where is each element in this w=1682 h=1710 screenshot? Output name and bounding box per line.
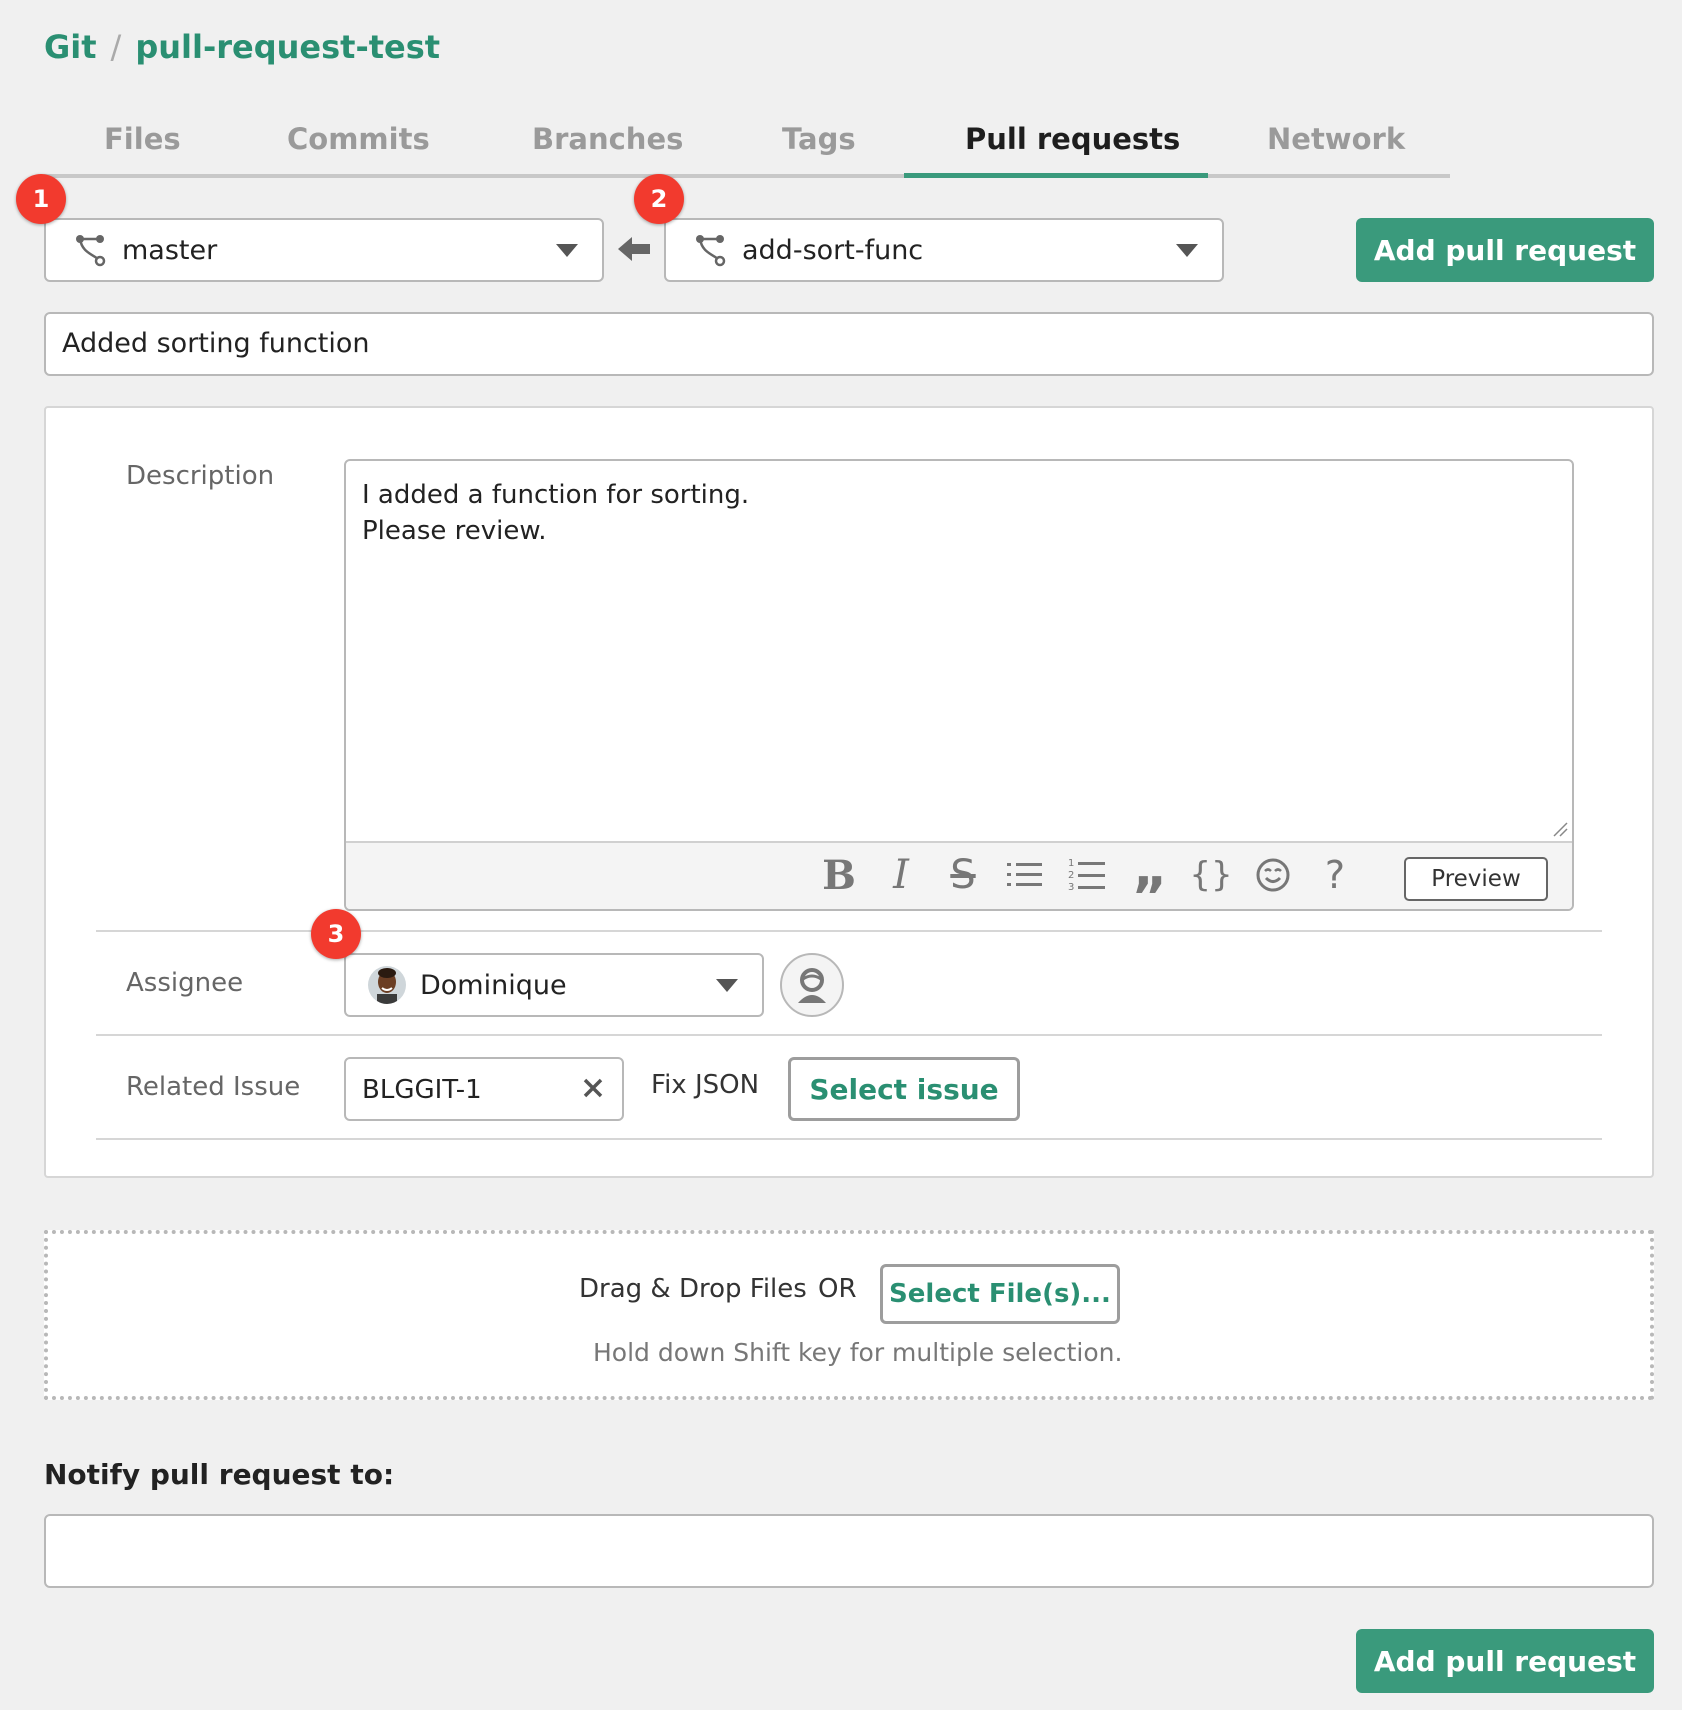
base-branch-label: master [122,234,218,266]
related-issue-label: Related Issue [126,1072,301,1102]
assignee-select[interactable]: Dominique [344,953,764,1017]
description-line-2: Please review. [362,516,547,546]
branch-icon [696,235,726,267]
assignee-name: Dominique [420,969,567,1001]
chevron-down-icon [716,978,738,992]
markdown-toolbar: B I S 123 ” {} ? Preview [346,841,1572,909]
description-text[interactable]: I added a function for sorting. Please r… [362,477,749,549]
svg-text:3: 3 [1068,882,1074,893]
branch-icon [76,235,106,267]
breadcrumb-git-link[interactable]: Git [44,28,97,66]
preview-button[interactable]: Preview [1404,857,1548,901]
bold-icon[interactable]: B [816,851,862,899]
bullet-list-icon[interactable] [1002,851,1048,899]
select-issue-button[interactable]: Select issue [788,1057,1020,1121]
assign-to-me-button[interactable] [780,953,844,1017]
chevron-down-icon [556,243,578,257]
avatar [368,966,406,1004]
repo-tabs: Files Commits Branches Tags Pull request… [44,110,1450,178]
code-icon[interactable]: {} [1188,851,1234,899]
arrow-left-icon [618,237,650,261]
breadcrumb-separator: / [110,28,122,66]
active-tab-indicator [904,173,1208,178]
annotation-badge-3: 3 [311,909,361,959]
compare-branch-select[interactable]: add-sort-func [664,218,1224,282]
close-icon[interactable] [578,1073,608,1103]
help-icon[interactable]: ? [1312,851,1358,899]
dropzone-hint: Hold down Shift key for multiple selecti… [593,1338,1123,1367]
resize-grip-icon[interactable] [1552,821,1568,837]
add-pull-request-button-bottom[interactable]: Add pull request [1356,1629,1654,1693]
tab-branches[interactable]: Branches [532,122,683,156]
strikethrough-icon[interactable]: S [940,851,986,899]
description-editor[interactable]: I added a function for sorting. Please r… [344,459,1574,911]
svg-text:1: 1 [1068,858,1074,869]
user-icon [798,968,826,1003]
breadcrumb-repo-link[interactable]: pull-request-test [135,28,440,66]
or-text: OR [818,1274,857,1304]
annotation-badge-2: 2 [634,174,684,224]
tab-network[interactable]: Network [1267,122,1405,156]
chevron-down-icon [1176,243,1198,257]
breadcrumb: Git / pull-request-test [44,28,440,66]
quote-icon[interactable]: ” [1126,851,1172,910]
annotation-badge-1: 1 [16,174,66,224]
pull-request-title-input[interactable]: Added sorting function [44,312,1654,376]
tab-files[interactable]: Files [104,122,181,156]
tab-pull-requests[interactable]: Pull requests [965,122,1180,156]
divider [96,1034,1602,1036]
base-branch-select[interactable]: master [44,218,604,282]
description-label: Description [126,461,275,491]
description-line-1: I added a function for sorting. [362,480,750,510]
italic-icon[interactable]: I [878,851,924,899]
compare-branch-label: add-sort-func [742,234,924,266]
tab-tags[interactable]: Tags [782,122,856,156]
select-files-button[interactable]: Select File(s)... [880,1264,1120,1324]
numbered-list-icon[interactable]: 123 [1064,851,1110,899]
tab-commits[interactable]: Commits [287,122,430,156]
file-drop-zone[interactable] [44,1230,1654,1400]
drag-drop-text: Drag & Drop Files [579,1274,807,1304]
notify-input[interactable] [44,1514,1654,1588]
assignee-label: Assignee [126,968,244,998]
related-issue-title: Fix JSON [651,1070,760,1100]
divider [96,1138,1602,1140]
notify-label: Notify pull request to: [44,1458,395,1491]
emoji-icon[interactable] [1250,851,1296,899]
add-pull-request-button-top[interactable]: Add pull request [1356,218,1654,282]
svg-text:2: 2 [1068,870,1074,881]
